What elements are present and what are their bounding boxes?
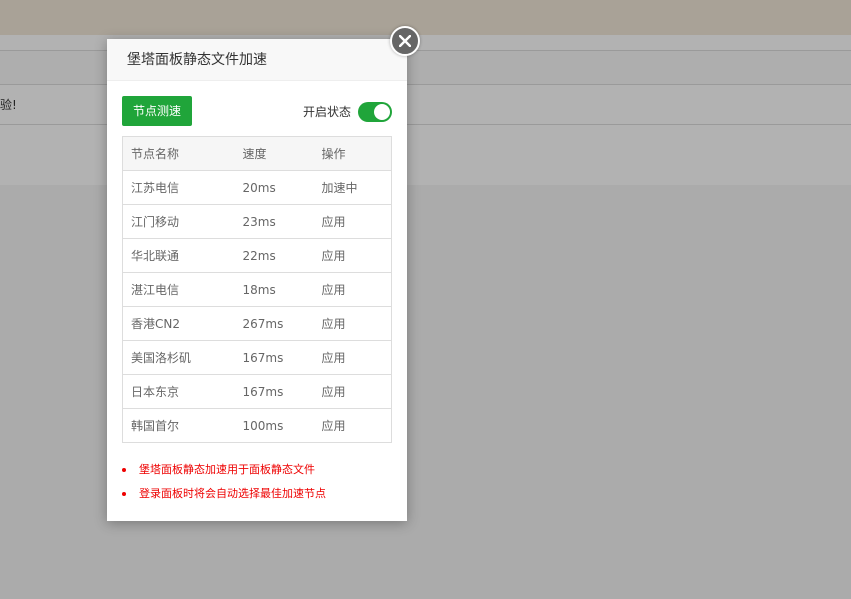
node-speed: 22ms: [234, 238, 314, 273]
help-note: 登录面板时将会自动选择最佳加速节点: [122, 485, 326, 509]
node-speed: 100ms: [234, 408, 314, 443]
apply-link[interactable]: 应用: [313, 340, 392, 375]
table-row: 江门移动 23ms 应用: [122, 204, 392, 239]
table-row: 日本东京 167ms 应用: [122, 374, 392, 409]
table-row: 香港CN2 267ms 应用: [122, 306, 392, 341]
help-notes: 堡塔面板静态加速用于面板静态文件 登录面板时将会自动选择最佳加速节点: [122, 461, 326, 509]
switch-label: 开启状态: [303, 105, 352, 119]
node-speed: 167ms: [234, 374, 314, 409]
node-name: 香港CN2: [122, 306, 235, 341]
node-name: 江门移动: [122, 204, 235, 239]
apply-link[interactable]: 应用: [313, 272, 392, 307]
apply-link[interactable]: 应用: [313, 204, 392, 239]
dialog-toolbar: 节点测速 开启状态: [107, 81, 407, 137]
close-button[interactable]: [390, 26, 420, 56]
apply-link[interactable]: 应用: [313, 408, 392, 443]
toggle-knob: [374, 104, 390, 120]
column-header-name: 节点名称: [122, 136, 235, 171]
node-name: 江苏电信: [122, 170, 235, 205]
node-name: 湛江电信: [122, 272, 235, 307]
node-speed: 167ms: [234, 340, 314, 375]
table-header-row: 节点名称 速度 操作: [122, 136, 392, 171]
node-speed: 20ms: [234, 170, 314, 205]
cdn-accelerate-dialog: 堡塔面板静态文件加速 节点测速 开启状态 节点名称 速度 操作 江苏电信 20m…: [107, 26, 420, 521]
close-icon: [399, 35, 411, 47]
apply-link[interactable]: 应用: [313, 374, 392, 409]
dialog-title: 堡塔面板静态文件加速: [107, 39, 407, 81]
node-speed: 267ms: [234, 306, 314, 341]
node-table: 节点名称 速度 操作 江苏电信 20ms 加速中 江门移动 23ms 应用 华北…: [122, 136, 392, 443]
node-name: 美国洛杉矶: [122, 340, 235, 375]
table-row: 江苏电信 20ms 加速中: [122, 170, 392, 205]
node-name: 韩国首尔: [122, 408, 235, 443]
column-header-action: 操作: [313, 136, 392, 171]
enable-toggle[interactable]: [358, 102, 392, 122]
help-note: 堡塔面板静态加速用于面板静态文件: [122, 461, 326, 485]
table-row: 韩国首尔 100ms 应用: [122, 408, 392, 443]
node-action-active: 加速中: [313, 170, 392, 205]
node-speed-test-button[interactable]: 节点测速: [122, 96, 192, 126]
node-speed: 23ms: [234, 204, 314, 239]
node-name: 华北联通: [122, 238, 235, 273]
node-speed: 18ms: [234, 272, 314, 307]
apply-link[interactable]: 应用: [313, 238, 392, 273]
table-row: 美国洛杉矶 167ms 应用: [122, 340, 392, 375]
apply-link[interactable]: 应用: [313, 306, 392, 341]
column-header-speed: 速度: [234, 136, 314, 171]
table-row: 湛江电信 18ms 应用: [122, 272, 392, 307]
node-name: 日本东京: [122, 374, 235, 409]
table-row: 华北联通 22ms 应用: [122, 238, 392, 273]
